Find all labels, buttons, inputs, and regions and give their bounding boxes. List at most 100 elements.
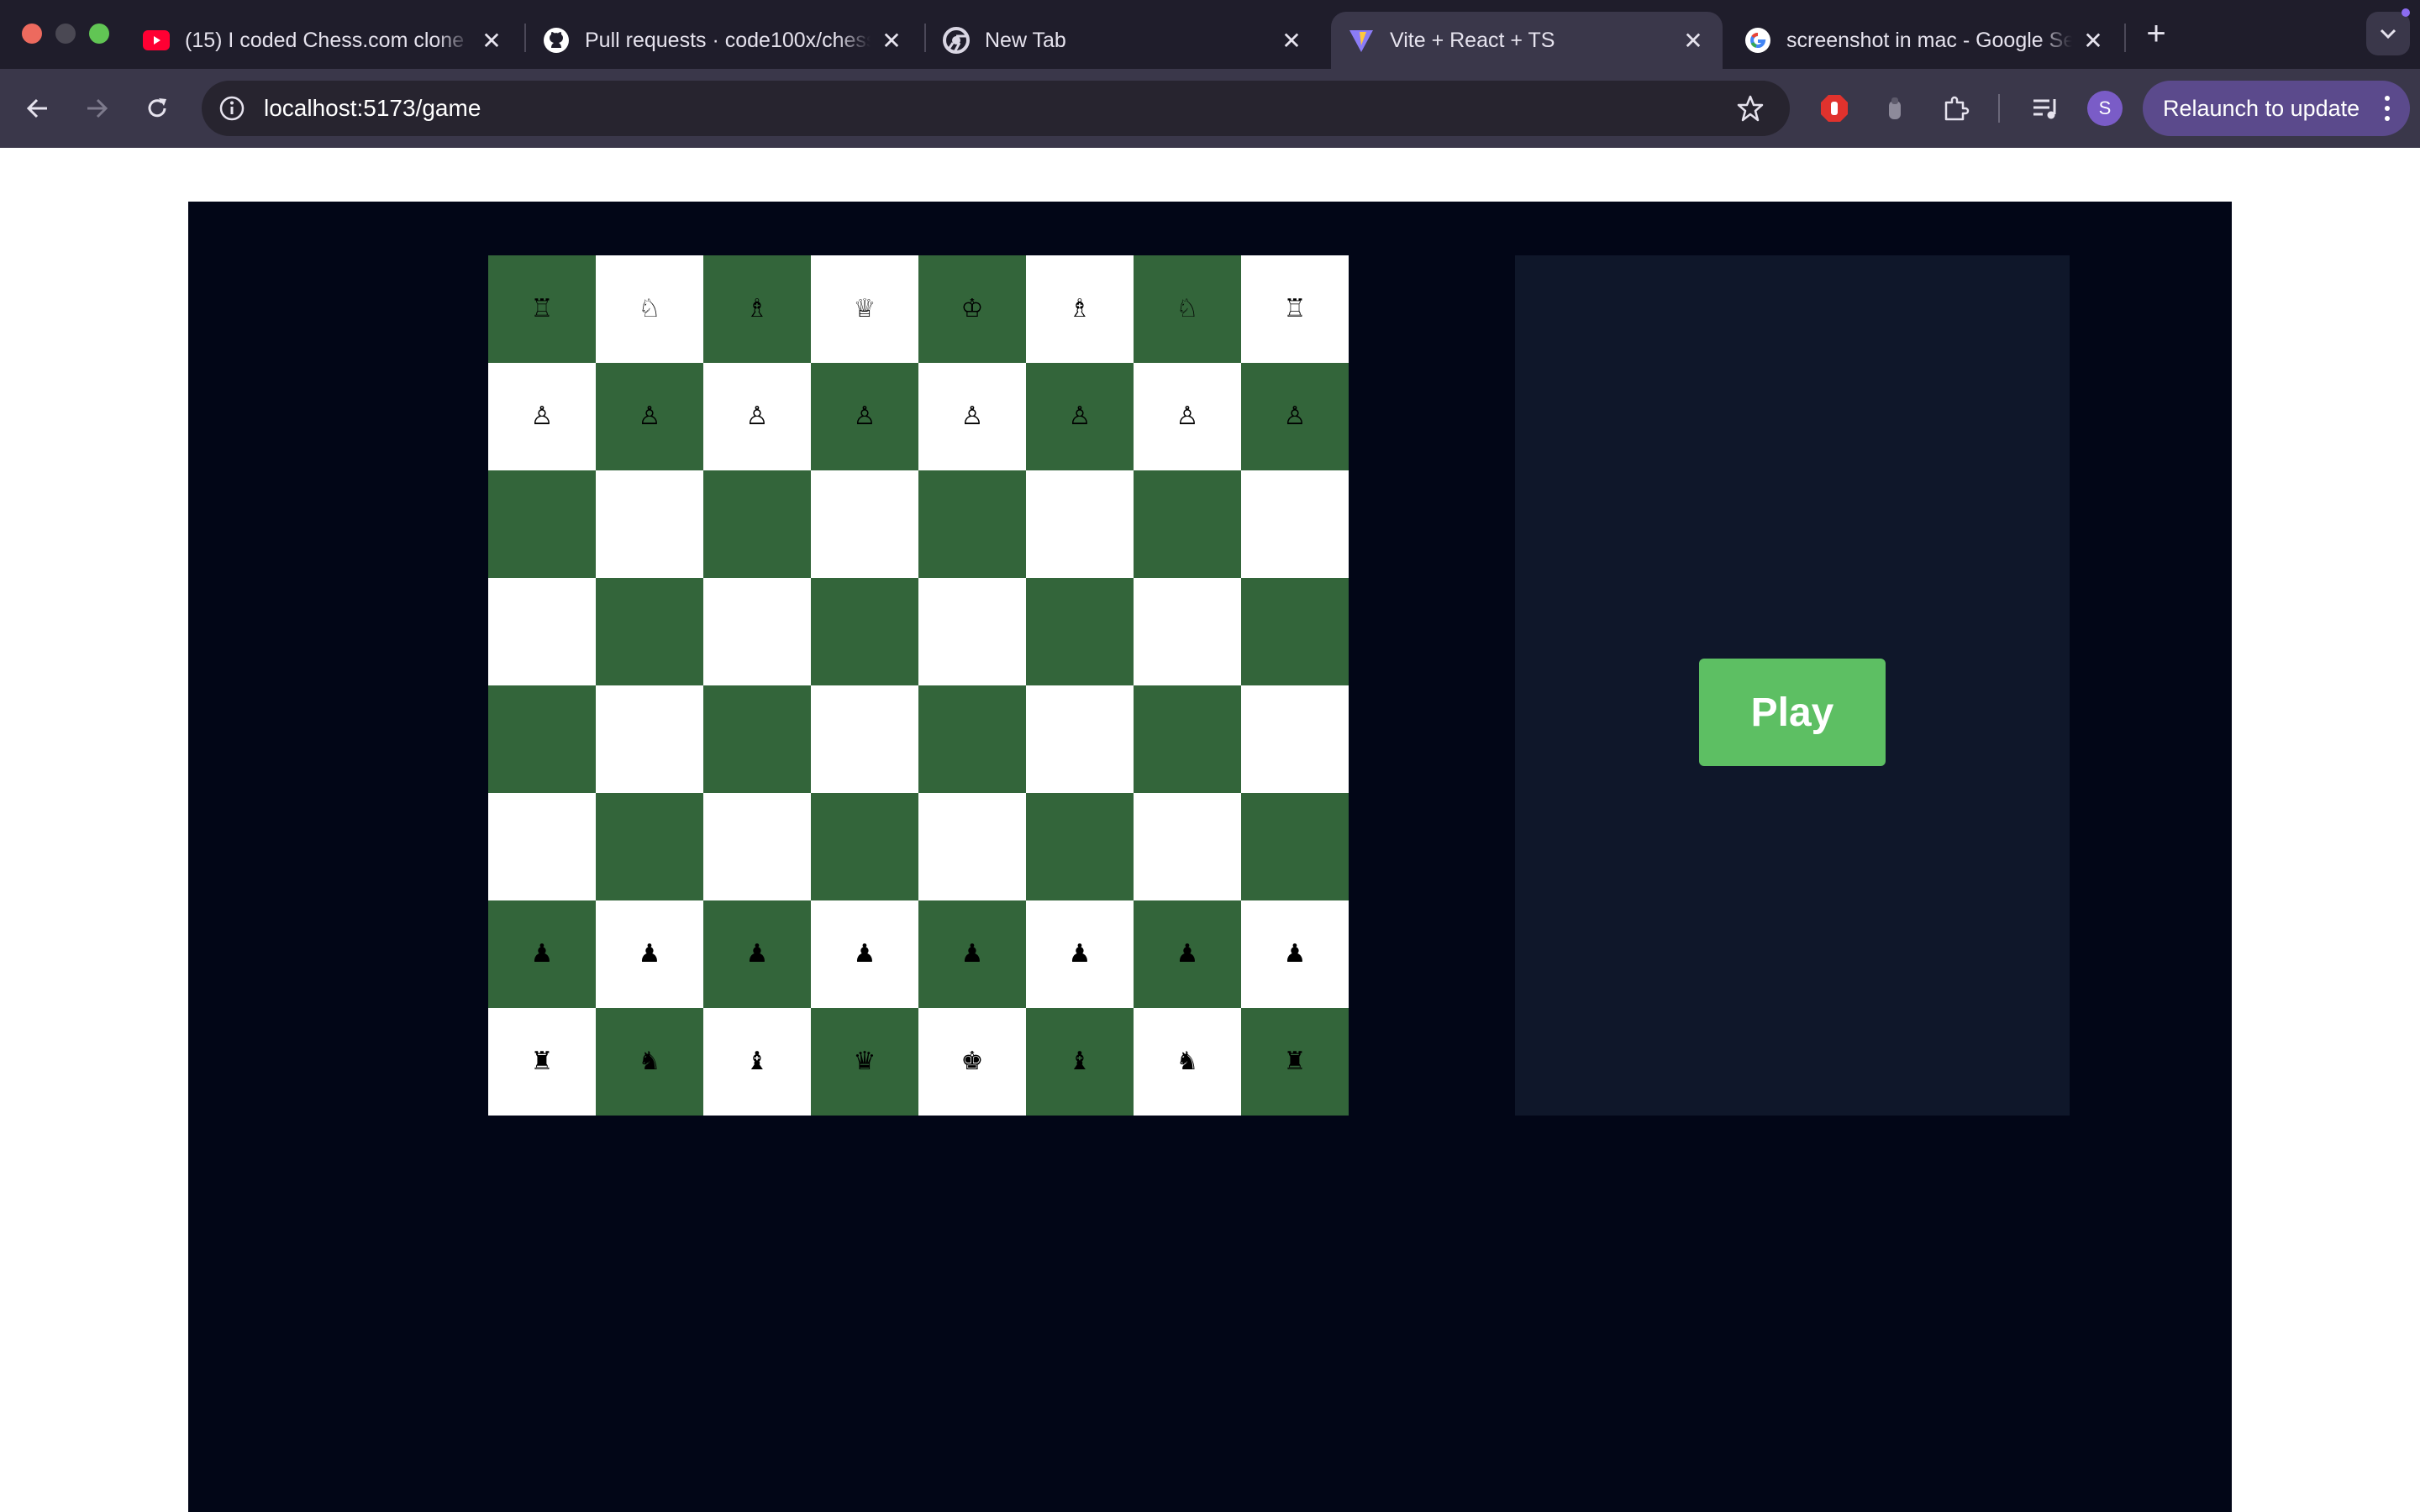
white-pawn-piece[interactable]: ♙ bbox=[639, 404, 661, 429]
square-a8[interactable]: ♖ bbox=[488, 255, 596, 363]
white-pawn-piece[interactable]: ♙ bbox=[961, 404, 984, 429]
close-icon[interactable]: ✕ bbox=[1681, 28, 1706, 54]
square-c8[interactable]: ♗ bbox=[703, 255, 811, 363]
white-bishop-piece[interactable]: ♗ bbox=[1069, 297, 1092, 322]
address-bar[interactable]: localhost:5173/game bbox=[202, 81, 1790, 136]
white-knight-piece[interactable]: ♘ bbox=[1176, 297, 1199, 322]
black-bishop-piece[interactable]: ♝ bbox=[1069, 1049, 1092, 1074]
window-close-button[interactable] bbox=[22, 24, 42, 44]
adblock-extension-icon[interactable] bbox=[1817, 91, 1852, 126]
black-knight-piece[interactable]: ♞ bbox=[639, 1049, 661, 1074]
tab-github[interactable]: Pull requests · code100x/chess ✕ bbox=[526, 12, 921, 69]
square-c2[interactable]: ♟ bbox=[703, 900, 811, 1008]
white-pawn-piece[interactable]: ♙ bbox=[854, 404, 876, 429]
black-knight-piece[interactable]: ♞ bbox=[1176, 1049, 1199, 1074]
bookmark-star-icon[interactable] bbox=[1734, 92, 1766, 124]
square-g1[interactable]: ♞ bbox=[1134, 1008, 1241, 1116]
square-h2[interactable]: ♟ bbox=[1241, 900, 1349, 1008]
black-pawn-piece[interactable]: ♟ bbox=[746, 942, 769, 967]
square-f8[interactable]: ♗ bbox=[1026, 255, 1134, 363]
white-rook-piece[interactable]: ♖ bbox=[1284, 297, 1307, 322]
square-e2[interactable]: ♟ bbox=[918, 900, 1026, 1008]
square-a6[interactable] bbox=[488, 470, 596, 578]
back-button[interactable] bbox=[18, 89, 57, 128]
square-h7[interactable]: ♙ bbox=[1241, 363, 1349, 470]
square-f4[interactable] bbox=[1026, 685, 1134, 793]
extension-icon[interactable] bbox=[1877, 91, 1912, 126]
square-g2[interactable]: ♟ bbox=[1134, 900, 1241, 1008]
square-f5[interactable] bbox=[1026, 578, 1134, 685]
square-g3[interactable] bbox=[1134, 793, 1241, 900]
close-icon[interactable]: ✕ bbox=[879, 28, 904, 54]
puzzle-extensions-icon[interactable] bbox=[1938, 91, 1973, 126]
square-h6[interactable] bbox=[1241, 470, 1349, 578]
square-a3[interactable] bbox=[488, 793, 596, 900]
more-menu-icon[interactable] bbox=[2385, 96, 2391, 121]
square-d1[interactable]: ♛ bbox=[811, 1008, 918, 1116]
square-b7[interactable]: ♙ bbox=[596, 363, 703, 470]
square-f3[interactable] bbox=[1026, 793, 1134, 900]
black-pawn-piece[interactable]: ♟ bbox=[854, 942, 876, 967]
black-pawn-piece[interactable]: ♟ bbox=[1176, 942, 1199, 967]
play-button[interactable]: Play bbox=[1699, 659, 1886, 766]
square-e6[interactable] bbox=[918, 470, 1026, 578]
chess-board[interactable]: ♖ ♘ ♗ ♕ ♔ ♗ ♘ ♖ ♙ ♙ ♙ ♙ ♙ ♙ ♙ ♙ ♟ ♟ ♟ ♟ ♟ ♟ ♟ ♟ ♜ ♞ ♝ ♛ ♚ ♝ ♞ ♜ bbox=[488, 255, 1349, 1116]
square-e3[interactable] bbox=[918, 793, 1026, 900]
square-f1[interactable]: ♝ bbox=[1026, 1008, 1134, 1116]
close-icon[interactable]: ✕ bbox=[479, 28, 504, 54]
square-d5[interactable] bbox=[811, 578, 918, 685]
square-f2[interactable]: ♟ bbox=[1026, 900, 1134, 1008]
square-c5[interactable] bbox=[703, 578, 811, 685]
white-queen-piece[interactable]: ♕ bbox=[854, 297, 876, 322]
forward-button[interactable] bbox=[77, 89, 116, 128]
black-rook-piece[interactable]: ♜ bbox=[531, 1049, 554, 1074]
square-f7[interactable]: ♙ bbox=[1026, 363, 1134, 470]
black-pawn-piece[interactable]: ♟ bbox=[961, 942, 984, 967]
square-c1[interactable]: ♝ bbox=[703, 1008, 811, 1116]
white-pawn-piece[interactable]: ♙ bbox=[1284, 404, 1307, 429]
tab-youtube[interactable]: (15) I coded Chess.com clone ✕ bbox=[126, 12, 521, 69]
square-c7[interactable]: ♙ bbox=[703, 363, 811, 470]
white-knight-piece[interactable]: ♘ bbox=[639, 297, 661, 322]
window-minimize-button[interactable] bbox=[55, 24, 76, 44]
square-h3[interactable] bbox=[1241, 793, 1349, 900]
square-d6[interactable] bbox=[811, 470, 918, 578]
square-d3[interactable] bbox=[811, 793, 918, 900]
square-a2[interactable]: ♟ bbox=[488, 900, 596, 1008]
square-b1[interactable]: ♞ bbox=[596, 1008, 703, 1116]
black-pawn-piece[interactable]: ♟ bbox=[531, 942, 554, 967]
square-c4[interactable] bbox=[703, 685, 811, 793]
square-a1[interactable]: ♜ bbox=[488, 1008, 596, 1116]
tab-google-search[interactable]: screenshot in mac - Google Search ✕ bbox=[1728, 12, 2123, 69]
black-pawn-piece[interactable]: ♟ bbox=[639, 942, 661, 967]
reload-button[interactable] bbox=[138, 89, 176, 128]
black-pawn-piece[interactable]: ♟ bbox=[1069, 942, 1092, 967]
close-icon[interactable]: ✕ bbox=[2081, 28, 2106, 54]
tab-search-button[interactable] bbox=[2366, 12, 2410, 55]
tab-vite-react[interactable]: Vite + React + TS ✕ bbox=[1331, 12, 1723, 69]
black-pawn-piece[interactable]: ♟ bbox=[1284, 942, 1307, 967]
square-d8[interactable]: ♕ bbox=[811, 255, 918, 363]
square-a7[interactable]: ♙ bbox=[488, 363, 596, 470]
square-a5[interactable] bbox=[488, 578, 596, 685]
tab-new-tab[interactable]: New Tab ✕ bbox=[926, 12, 1321, 69]
square-c3[interactable] bbox=[703, 793, 811, 900]
square-g8[interactable]: ♘ bbox=[1134, 255, 1241, 363]
media-controls-icon[interactable] bbox=[2028, 91, 2064, 126]
black-king-piece[interactable]: ♚ bbox=[961, 1049, 984, 1074]
square-f6[interactable] bbox=[1026, 470, 1134, 578]
square-h8[interactable]: ♖ bbox=[1241, 255, 1349, 363]
black-rook-piece[interactable]: ♜ bbox=[1284, 1049, 1307, 1074]
white-bishop-piece[interactable]: ♗ bbox=[746, 297, 769, 322]
square-b8[interactable]: ♘ bbox=[596, 255, 703, 363]
square-b4[interactable] bbox=[596, 685, 703, 793]
black-bishop-piece[interactable]: ♝ bbox=[746, 1049, 769, 1074]
square-h1[interactable]: ♜ bbox=[1241, 1008, 1349, 1116]
square-d2[interactable]: ♟ bbox=[811, 900, 918, 1008]
square-e5[interactable] bbox=[918, 578, 1026, 685]
white-pawn-piece[interactable]: ♙ bbox=[1176, 404, 1199, 429]
square-e1[interactable]: ♚ bbox=[918, 1008, 1026, 1116]
white-king-piece[interactable]: ♔ bbox=[961, 297, 984, 322]
new-tab-button[interactable]: + bbox=[2139, 17, 2173, 50]
square-b5[interactable] bbox=[596, 578, 703, 685]
